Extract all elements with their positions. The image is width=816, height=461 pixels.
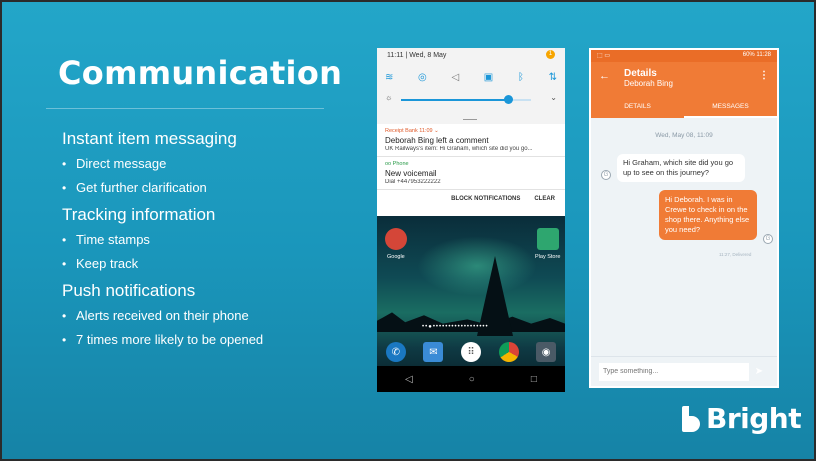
bullet-item: • Get further clarification (62, 180, 207, 195)
home-icon[interactable]: ○ (469, 374, 475, 385)
gmail-icon[interactable] (385, 228, 407, 250)
tab-messages[interactable]: MESSAGES (684, 98, 777, 118)
avatar: G (763, 234, 773, 244)
notification-badge: 1 (546, 50, 555, 59)
logo-wordmark: Bright (706, 402, 802, 435)
phone-messages-screenshot: ⬚ ▭ 60% 11:28 ← Details Deborah Bing ⋮ D… (589, 48, 779, 388)
back-arrow-icon[interactable]: ← (599, 70, 610, 82)
data-sync-icon[interactable]: ⇅ (549, 72, 557, 83)
status-left-icon: ⬚ ▭ (597, 53, 611, 59)
block-notifications-button[interactable]: BLOCK NOTIFICATIONS (451, 196, 520, 210)
recents-icon[interactable]: □ (531, 374, 537, 385)
nav-bar: ◁ ○ □ (377, 366, 565, 392)
status-bar: ⬚ ▭ 60% 11:28 (591, 50, 777, 62)
brightness-icon: ☼ (385, 93, 393, 102)
header-subtitle: Deborah Bing (624, 79, 673, 88)
header-title: Details (624, 68, 657, 79)
message-thread: Wed, May 08, 11:09 G Hi Graham, which si… (591, 118, 777, 356)
bright-logo: Bright (682, 402, 802, 435)
notification-receipt-bank[interactable]: Receipt Bank 11:09 ⌄ Deborah Bing left a… (377, 124, 565, 157)
rotate-icon[interactable]: ▣ (484, 72, 493, 83)
avatar: G (601, 170, 611, 180)
app-label-google: Google (387, 254, 405, 260)
chevron-down-icon[interactable]: ⌄ (550, 93, 557, 102)
notification-title: Deborah Bing left a comment (385, 136, 489, 145)
more-options-icon[interactable]: ⋮ (759, 70, 769, 81)
camera-icon[interactable]: ◉ (536, 342, 557, 362)
tab-bar: DETAILS MESSAGES (591, 98, 777, 118)
clear-button[interactable]: CLEAR (534, 196, 555, 210)
bullet-item: • Direct message (62, 156, 167, 171)
notification-app-label: Receipt Bank 11:09 ⌄ (385, 128, 439, 134)
bullet-list: Instant item messaging • Direct message •… (62, 124, 352, 352)
app-label-play-store: Play Store (535, 254, 561, 260)
outgoing-message: Hi Deborah. I was in Crewe to check in o… (659, 190, 757, 240)
status-bar: 11:11 | Wed, 8 May 1 (377, 48, 565, 64)
bullet-item: • Keep track (62, 256, 139, 271)
app-header: ← Details Deborah Bing ⋮ (591, 62, 777, 98)
section-heading: Instant item messaging (62, 129, 237, 148)
send-icon[interactable]: ➤ (749, 366, 769, 377)
messages-icon[interactable]: ✉ (423, 342, 444, 362)
slide: Communication Instant item messaging • Di… (0, 0, 816, 461)
bright-logo-mark (682, 405, 700, 432)
tab-details[interactable]: DETAILS (591, 98, 684, 118)
bullet-item: • Alerts received on their phone (62, 308, 249, 323)
voicemail-icon: oo (385, 161, 392, 167)
notification-text: Dial +447953222222 (385, 179, 441, 185)
phone-icon[interactable]: ✆ (385, 342, 406, 362)
compose-bar: ➤ (591, 356, 777, 386)
notification-title: New voicemail (385, 169, 437, 178)
quick-settings: ≋ ◎ ◁ ▣ ᛒ ⇅ ☼ ⌄ (377, 64, 565, 124)
title-divider (46, 108, 324, 109)
brightness-slider[interactable]: ☼ ⌄ (385, 93, 557, 105)
chrome-icon[interactable] (498, 342, 519, 362)
message-input[interactable] (599, 362, 749, 381)
section-heading: Push notifications (62, 281, 196, 300)
delivered-status: 11:27, Delivered (719, 252, 752, 257)
bullet-item: • 7 times more likely to be opened (62, 332, 264, 347)
status-right: 60% 11:28 (742, 52, 771, 58)
app-drawer-icon[interactable]: ⠿ (460, 342, 481, 362)
incoming-message: Hi Graham, which site did you go up to s… (617, 154, 745, 182)
notification-voicemail[interactable]: oo Phone New voicemail Dial +44795322222… (377, 157, 565, 190)
bullet-item: • Time stamps (62, 232, 150, 247)
brightness-knob[interactable] (503, 95, 513, 104)
home-screen: Google Play Store ••●•••••••••••••••••• … (377, 216, 565, 392)
play-store-icon[interactable] (537, 228, 559, 250)
notification-app-label: oo Phone (385, 161, 409, 167)
notification-text: UK Railways's item: Hi Graham, which sit… (385, 146, 533, 152)
location-icon[interactable]: ◎ (418, 72, 427, 83)
notification-actions: BLOCK NOTIFICATIONS CLEAR (377, 190, 565, 210)
status-time: 11:11 (387, 52, 404, 59)
page-indicator: ••●•••••••••••••••••• (422, 324, 489, 330)
dock: ✆ ✉ ⠿ ◉ (377, 342, 565, 362)
phone-notification-screenshot: 11:11 | Wed, 8 May 1 ≋ ◎ ◁ ▣ ᛒ ⇅ ☼ ⌄ Rec… (377, 48, 565, 392)
drag-handle[interactable] (463, 119, 477, 120)
back-icon[interactable]: ◁ (405, 374, 413, 385)
wifi-icon[interactable]: ≋ (385, 72, 393, 83)
slide-title: Communication (58, 54, 343, 92)
mute-icon[interactable]: ◁ (451, 72, 459, 83)
thread-date: Wed, May 08, 11:09 (655, 132, 713, 139)
bluetooth-icon[interactable]: ᛒ (518, 72, 524, 83)
section-heading: Tracking information (62, 205, 216, 224)
status-date: Wed, 8 May (409, 52, 447, 59)
